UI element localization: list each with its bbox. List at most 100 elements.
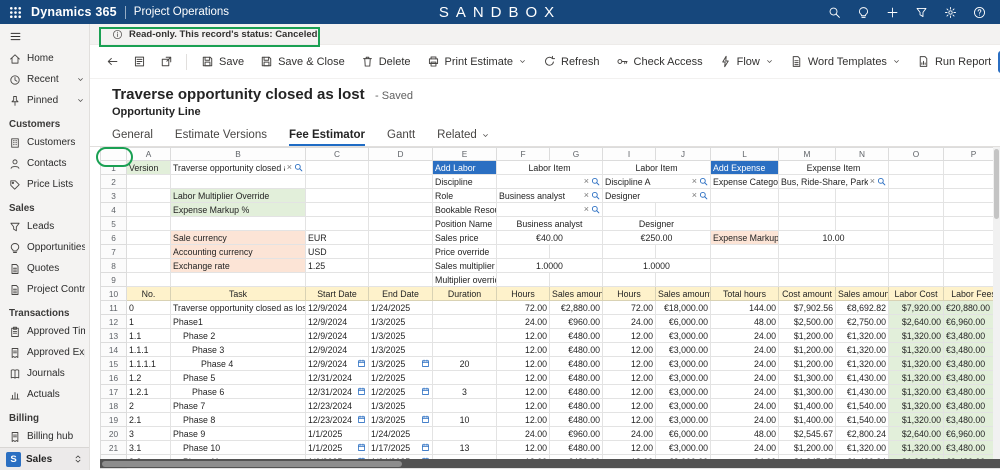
grid-cell-D18[interactable]: 1/3/2025 <box>368 398 433 413</box>
grid-cell-E18[interactable] <box>432 398 497 413</box>
grid-cell-G19[interactable]: €480.00 <box>549 412 603 427</box>
grid-cell-B18[interactable]: Phase 7 <box>170 398 306 413</box>
grid-cell-F15[interactable]: 12.00 <box>496 356 550 371</box>
grid-column-title-start-date[interactable]: Start Date <box>305 286 369 301</box>
sidebar-item-pinned[interactable]: Pinned <box>0 90 89 111</box>
grid-cell-L13[interactable]: 24.00 <box>710 328 779 343</box>
clear-lookup-icon[interactable]: × <box>870 177 875 186</box>
select-all-corner-cell[interactable] <box>100 147 127 161</box>
grid-cell-C18[interactable]: 12/23/2024 <box>305 398 369 413</box>
clear-lookup-icon[interactable]: × <box>584 177 589 186</box>
grid-cell-M8[interactable] <box>778 258 836 273</box>
grid-cell-D4[interactable] <box>368 202 433 217</box>
grid-cell-I2[interactable]: Discipline A × <box>602 174 711 189</box>
grid-cell-L2[interactable]: Expense Category <box>710 174 779 189</box>
grid-cell-A20[interactable]: 3 <box>126 426 171 441</box>
grid-cell-B8[interactable]: Exchange rate <box>170 258 306 273</box>
grid-cell-M18[interactable]: $1,400.00 <box>778 398 836 413</box>
grid-cell-L15[interactable]: 24.00 <box>710 356 779 371</box>
grid-cell-I5[interactable]: Designer <box>602 216 711 231</box>
grid-cell-P9[interactable] <box>943 272 1000 287</box>
grid-cell-M16[interactable]: $1,300.00 <box>778 370 836 385</box>
grid-cell-D15[interactable]: 1/3/2025 <box>368 356 433 371</box>
grid-cell-L14[interactable]: 24.00 <box>710 342 779 357</box>
grid-cell-J7[interactable] <box>655 244 711 259</box>
grid-cell-E19[interactable]: 10 <box>432 412 497 427</box>
grid-cell-P4[interactable] <box>943 202 1000 217</box>
refresh-button[interactable]: Refresh <box>536 51 607 72</box>
app-area-label[interactable]: Project Operations <box>134 6 229 18</box>
column-header-A[interactable]: A <box>126 147 171 161</box>
grid-cell-N15[interactable]: €1,320.00 <box>835 356 889 371</box>
grid-cell-I18[interactable]: 12.00 <box>602 398 656 413</box>
grid-cell-E21[interactable]: 13 <box>432 440 497 455</box>
grid-cell-L19[interactable]: 24.00 <box>710 412 779 427</box>
grid-column-title-end-date[interactable]: End Date <box>368 286 433 301</box>
grid-cell-N4[interactable] <box>835 202 889 217</box>
grid-cell-M4[interactable] <box>778 202 836 217</box>
grid-cell-L16[interactable]: 24.00 <box>710 370 779 385</box>
sidebar-item-price-lists[interactable]: Price Lists <box>0 174 89 195</box>
tab-gantt[interactable]: Gantt <box>387 129 415 146</box>
grid-cell-A14[interactable]: 1.1.1 <box>126 342 171 357</box>
clear-lookup-icon[interactable]: × <box>692 177 697 186</box>
grid-cell-L20[interactable]: 48.00 <box>710 426 779 441</box>
row-header-21[interactable]: 21 <box>100 440 127 455</box>
column-header-B[interactable]: B <box>170 147 306 161</box>
grid-cell-A4[interactable] <box>126 202 171 217</box>
grid-cell-F3[interactable]: Business analyst × <box>496 188 603 203</box>
grid-cell-M7[interactable] <box>778 244 836 259</box>
grid-cell-A15[interactable]: 1.1.1.1 <box>126 356 171 371</box>
grid-cell-M11[interactable]: $7,902.56 <box>778 300 836 315</box>
word-templates-button[interactable]: Word Templates <box>783 51 908 72</box>
grid-cell-E12[interactable] <box>432 314 497 329</box>
grid-cell-E13[interactable] <box>432 328 497 343</box>
row-header-4[interactable]: 4 <box>100 202 127 217</box>
grid-cell-F16[interactable]: 12.00 <box>496 370 550 385</box>
grid-cell-A2[interactable] <box>126 174 171 189</box>
grid-cell-D12[interactable]: 1/3/2025 <box>368 314 433 329</box>
grid-cell-D5[interactable] <box>368 216 433 231</box>
grid-cell-A13[interactable]: 1.1 <box>126 328 171 343</box>
grid-cell-L6[interactable]: Expense Markup % <box>710 230 779 245</box>
tab-fee-estimator[interactable]: Fee Estimator <box>288 129 366 146</box>
grid-cell-C20[interactable]: 1/1/2025 <box>305 426 369 441</box>
column-header-J[interactable]: J <box>655 147 711 161</box>
grid-cell-C2[interactable] <box>305 174 369 189</box>
row-header-2[interactable]: 2 <box>100 174 127 189</box>
grid-cell-M13[interactable]: $1,200.00 <box>778 328 836 343</box>
area-switcher[interactable]: S Sales <box>0 447 89 470</box>
grid-cell-F20[interactable]: 24.00 <box>496 426 550 441</box>
grid-cell-M21[interactable]: $1,200.00 <box>778 440 836 455</box>
grid-cell-D11[interactable]: 1/24/2025 <box>368 300 433 315</box>
row-header-13[interactable]: 13 <box>100 328 127 343</box>
grid-cell-F1[interactable]: Labor Item <box>496 160 603 175</box>
grid-cell-J19[interactable]: €3,000.00 <box>655 412 711 427</box>
grid-cell-A6[interactable] <box>126 230 171 245</box>
sidebar-item-customers[interactable]: Customers <box>0 132 89 153</box>
grid-column-title-total-hours[interactable]: Total hours <box>710 286 779 301</box>
grid-cell-G11[interactable]: €2,880.00 <box>549 300 603 315</box>
grid-cell-A16[interactable]: 1.2 <box>126 370 171 385</box>
grid-cell-I20[interactable]: 24.00 <box>602 426 656 441</box>
grid-cell-N8[interactable] <box>835 258 889 273</box>
grid-cell-P3[interactable] <box>943 188 1000 203</box>
grid-cell-B14[interactable]: Phase 3 <box>170 342 306 357</box>
grid-cell-D8[interactable] <box>368 258 433 273</box>
add-labor-button[interactable]: Add Labor <box>432 160 497 175</box>
sidebar-item-project-contracts[interactable]: Project Contracts <box>0 279 89 300</box>
grid-cell-E14[interactable] <box>432 342 497 357</box>
grid-cell-C9[interactable] <box>305 272 369 287</box>
sidebar-item-opportunities[interactable]: Opportunities <box>0 237 89 258</box>
grid-cell-B11[interactable]: Traverse opportunity closed as lost <box>170 300 306 315</box>
grid-cell-O20[interactable]: $2,640.00 <box>888 426 944 441</box>
grid-cell-B7[interactable]: Accounting currency <box>170 244 306 259</box>
grid-cell-L11[interactable]: 144.00 <box>710 300 779 315</box>
grid-cell-L7[interactable] <box>710 244 779 259</box>
grid-column-title-labor-fees[interactable]: Labor Fees <box>943 286 1000 301</box>
grid-cell-F7[interactable] <box>496 244 550 259</box>
grid-cell-A12[interactable]: 1 <box>126 314 171 329</box>
grid-cell-J9[interactable] <box>655 272 711 287</box>
grid-cell-J20[interactable]: €6,000.00 <box>655 426 711 441</box>
grid-cell-C15[interactable]: 12/9/2024 <box>305 356 369 371</box>
